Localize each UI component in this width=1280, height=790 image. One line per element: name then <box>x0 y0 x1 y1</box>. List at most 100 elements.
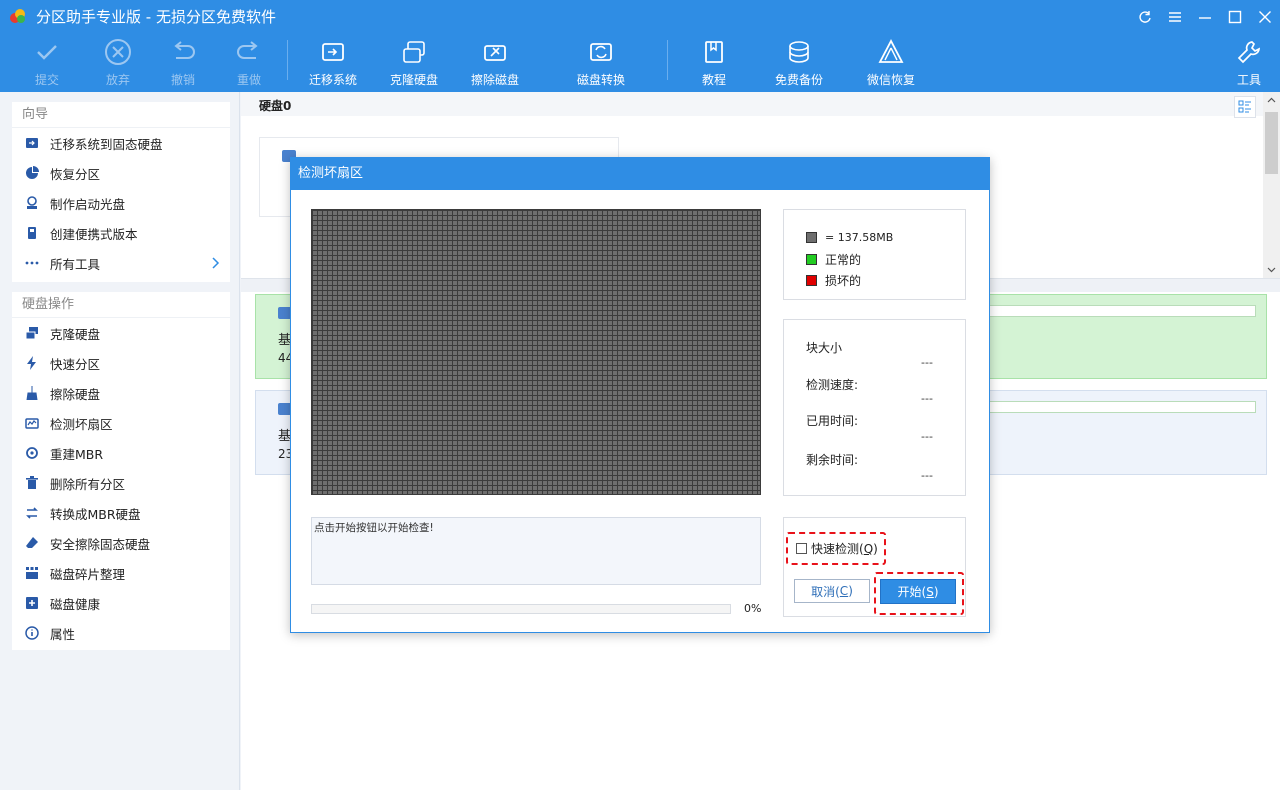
disk-ops-title: 硬盘操作 <box>12 292 230 318</box>
wizard-panel: 向导 迁移系统到固态硬盘 恢复分区 制作启动光盘 创建便携式版本 所有工具 <box>12 102 230 282</box>
refresh-icon[interactable] <box>1130 0 1160 34</box>
options-box: 快速检测(Q) 取消(C) 开始(S) <box>783 517 966 617</box>
elapsed-label: 已用时间: <box>806 414 859 428</box>
wizard-title: 向导 <box>12 102 230 128</box>
speed-label: 检测速度: <box>806 378 859 392</box>
quick-check-option[interactable]: 快速检测(Q) <box>786 532 886 565</box>
sidebar-item-defrag[interactable]: 磁盘碎片整理 <box>12 558 230 588</box>
legend-normal: 正常的 <box>806 251 861 268</box>
clone-disk-icon <box>24 325 40 341</box>
progress-percent: 0% <box>744 602 762 615</box>
elapsed-value: --- <box>921 430 933 443</box>
sidebar-item-properties[interactable]: 属性 <box>12 618 230 648</box>
cancel-circle-icon <box>105 39 131 65</box>
view-toggle-icon[interactable] <box>1234 96 1256 118</box>
eraser-icon <box>24 535 40 551</box>
sidebar-item-portable-version[interactable]: 创建便携式版本 <box>12 218 230 248</box>
legend-bad: 损坏的 <box>806 272 861 289</box>
sector-grid <box>311 209 761 495</box>
wipe-disk-icon <box>484 45 506 61</box>
wipe-disk-button[interactable]: 擦除磁盘 <box>465 38 525 88</box>
sidebar-item-all-tools[interactable]: 所有工具 <box>12 248 230 278</box>
sidebar-item-delete-all-partitions[interactable]: 删除所有分区 <box>12 468 230 498</box>
redo-button[interactable]: 重做 <box>219 38 279 88</box>
bad-sector-dialog: 检测坏扇区 = 137.58MB 正常的 损坏的 块大小 --- 检测速度: -… <box>290 157 990 633</box>
menu-icon[interactable] <box>1160 0 1190 34</box>
free-backup-button[interactable]: 免费备份 <box>769 38 829 88</box>
scroll-up-icon[interactable] <box>1267 96 1276 105</box>
window-controls <box>1130 0 1280 34</box>
toolbar-separator <box>667 40 668 80</box>
sidebar-item-clone-disk[interactable]: 克隆硬盘 <box>12 318 230 348</box>
scrollbar-thumb[interactable] <box>1265 112 1278 174</box>
toolbar-separator <box>287 40 288 80</box>
disk-header: 硬盘0 <box>241 92 1263 116</box>
info-icon <box>24 625 40 641</box>
legend-block: = 137.58MB <box>806 231 893 244</box>
sidebar-item-wipe-disk[interactable]: 擦除硬盘 <box>12 378 230 408</box>
boot-disc-icon <box>24 195 40 211</box>
quick-check-checkbox[interactable] <box>796 543 807 554</box>
wrench-icon <box>1237 41 1261 64</box>
commit-button[interactable]: 提交 <box>17 38 77 88</box>
pie-chart-icon <box>24 165 40 181</box>
defrag-icon <box>24 565 40 581</box>
vertical-scrollbar[interactable] <box>1263 92 1280 278</box>
maximize-icon[interactable] <box>1220 0 1250 34</box>
usb-drive-icon <box>24 225 40 241</box>
start-button[interactable]: 开始(S) <box>880 579 956 604</box>
start-button-highlight: 开始(S) <box>874 572 964 615</box>
status-message: 点击开始按钮以开始检查! <box>311 517 761 585</box>
disk-title: 硬盘0 <box>259 99 292 113</box>
convert-arrows-icon <box>24 505 40 521</box>
wechat-recovery-button[interactable]: 微信恢复 <box>861 38 921 88</box>
partition-bar[interactable] <box>986 401 1256 413</box>
rebuild-icon <box>24 445 40 461</box>
discard-button[interactable]: 放弃 <box>88 38 148 88</box>
partition-bar[interactable] <box>986 305 1256 317</box>
undo-icon <box>174 41 195 59</box>
sidebar-item-bad-sector-check[interactable]: 检测坏扇区 <box>12 408 230 438</box>
trash-icon <box>24 475 40 491</box>
sidebar-item-disk-health[interactable]: 磁盘健康 <box>12 588 230 618</box>
lightning-icon <box>24 355 40 371</box>
minimize-icon[interactable] <box>1190 0 1220 34</box>
convert-disk-icon <box>590 43 612 61</box>
sidebar-item-secure-erase-ssd[interactable]: 安全擦除固态硬盘 <box>12 528 230 558</box>
sidebar-item-convert-mbr[interactable]: 转换成MBR硬盘 <box>12 498 230 528</box>
window-title: 分区助手专业版 - 无损分区免费软件 <box>36 8 276 26</box>
sidebar-item-quick-partition[interactable]: 快速分区 <box>12 348 230 378</box>
sidebar-item-recover-partition[interactable]: 恢复分区 <box>12 158 230 188</box>
app-logo-icon <box>10 9 25 23</box>
clone-disk-button[interactable]: 克隆硬盘 <box>384 38 444 88</box>
clone-disk-icon <box>403 41 425 63</box>
more-dots-icon <box>24 255 40 271</box>
block-size-value: --- <box>921 356 933 369</box>
broom-icon <box>24 385 40 401</box>
tutorial-button[interactable]: 教程 <box>684 38 744 88</box>
remaining-label: 剩余时间: <box>806 453 859 467</box>
block-size-label: 块大小 <box>806 341 843 355</box>
backup-icon <box>789 41 809 63</box>
redo-icon <box>237 41 258 59</box>
close-icon[interactable] <box>1250 0 1280 34</box>
migrate-os-button[interactable]: 迁移系统 <box>303 38 363 88</box>
scan-disk-icon <box>24 415 40 431</box>
tools-button[interactable]: 工具 <box>1219 38 1279 88</box>
sidebar-item-migrate-ssd[interactable]: 迁移系统到固态硬盘 <box>12 128 230 158</box>
bad-swatch <box>806 275 817 286</box>
health-plus-icon <box>24 595 40 611</box>
stats-box: 块大小 --- 检测速度: --- 已用时间: --- 剩余时间: --- <box>783 319 966 496</box>
sidebar: 向导 迁移系统到固态硬盘 恢复分区 制作启动光盘 创建便携式版本 所有工具 硬盘… <box>0 92 240 790</box>
sidebar-item-rebuild-mbr[interactable]: 重建MBR <box>12 438 230 468</box>
quick-check-label: 快速检测(Q) <box>811 542 878 556</box>
migrate-disk-icon <box>24 135 40 151</box>
scroll-down-icon[interactable] <box>1267 265 1276 274</box>
cancel-button[interactable]: 取消(C) <box>794 579 870 603</box>
disk-convert-button[interactable]: 磁盘转换 <box>571 38 631 88</box>
sidebar-item-boot-disc[interactable]: 制作启动光盘 <box>12 188 230 218</box>
title-toolbar: 分区助手专业版 - 无损分区免费软件 提交 放弃 撤销 重做 迁移系统 克隆硬盘… <box>0 0 1280 92</box>
book-icon <box>705 41 723 63</box>
legend-box: = 137.58MB 正常的 损坏的 <box>783 209 966 300</box>
undo-button[interactable]: 撤销 <box>153 38 213 88</box>
